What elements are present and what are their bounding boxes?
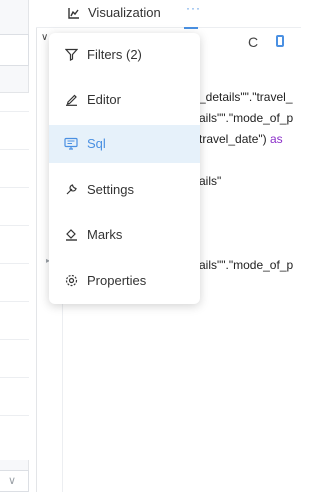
paint-bucket-icon: [64, 227, 78, 241]
menu-item-label: Filters (2): [87, 47, 142, 62]
left-select[interactable]: ∨: [0, 470, 29, 492]
menu-item-label: Properties: [87, 273, 147, 288]
menu-item-editor[interactable]: Editor: [49, 81, 200, 119]
code-line[interactable]: _details""."travel_: [199, 90, 293, 104]
list-row-divider: [0, 301, 29, 302]
list-row-divider: [0, 415, 29, 416]
list-row-divider: [0, 225, 29, 226]
menu-item-settings[interactable]: Settings: [49, 171, 200, 209]
code-line[interactable]: travel_date") as: [199, 132, 283, 146]
menu-item-properties[interactable]: Properties: [49, 262, 200, 300]
code-line[interactable]: ails""."mode_of_p: [199, 111, 293, 125]
chart-icon: [68, 8, 79, 19]
options-menu: Filters (2) Editor Sql Settings Marks Pr…: [49, 33, 200, 304]
menu-item-filters[interactable]: Filters (2): [49, 36, 200, 74]
list-row-divider: [0, 187, 29, 188]
alias-keyword: as: [269, 132, 283, 146]
more-options-icon[interactable]: ···: [186, 1, 201, 15]
wrench-icon: [64, 182, 78, 196]
list-row-divider: [0, 339, 29, 340]
menu-item-label: Editor: [87, 92, 121, 107]
menu-item-label: Settings: [87, 182, 134, 197]
left-input-box[interactable]: [0, 34, 29, 66]
menu-item-label: Marks: [87, 227, 123, 242]
refresh-icon[interactable]: C: [248, 34, 258, 50]
chevron-down-icon[interactable]: ∨: [41, 32, 48, 43]
menu-item-label: Sql: [87, 136, 106, 151]
monitor-icon: [64, 136, 78, 150]
list-row-divider: [0, 149, 29, 150]
menu-item-sql[interactable]: Sql: [49, 125, 200, 163]
menu-item-marks[interactable]: Marks: [49, 216, 200, 254]
copy-icon[interactable]: [276, 35, 284, 47]
pen-icon: [64, 92, 78, 106]
code-line[interactable]: ails": [199, 174, 221, 188]
list-row-divider: [0, 111, 29, 112]
list-row-divider: [0, 377, 29, 378]
list-row-divider: [0, 263, 29, 264]
chevron-down-icon: ∨: [8, 475, 17, 487]
code-text: travel_date"): [199, 132, 270, 146]
filter-icon: [64, 47, 78, 61]
left-list: [0, 92, 29, 460]
panel-title[interactable]: Visualization: [88, 5, 161, 20]
code-line[interactable]: ails""."mode_of_p: [199, 258, 293, 272]
gear-icon: [64, 273, 78, 287]
